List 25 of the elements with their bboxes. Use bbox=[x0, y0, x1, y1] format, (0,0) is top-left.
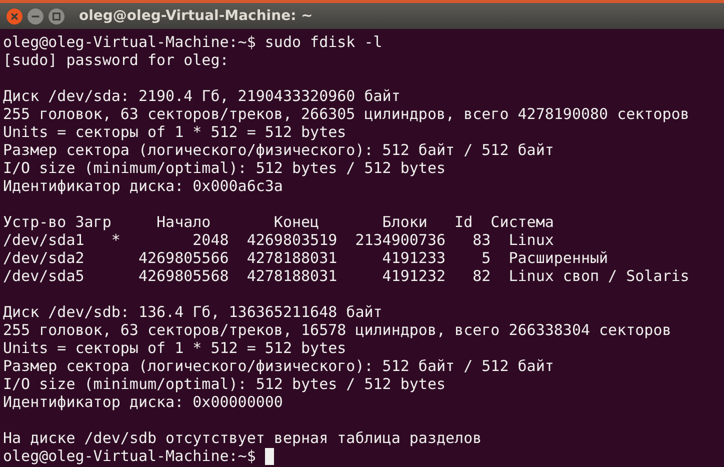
terminal-line: oleg@oleg-Virtual-Machine:~$ sudo fdisk -l bbox=[3, 33, 384, 51]
terminal-line: Диск /dev/sda: 2190.4 Гб, 2190433320960 байт bbox=[3, 87, 402, 105]
minimize-icon[interactable] bbox=[27, 8, 44, 24]
terminal-line: I/O size (minimum/optimal): 512 bytes / 512 bytes bbox=[3, 375, 447, 393]
maximize-icon[interactable] bbox=[48, 8, 65, 24]
terminal-line: /dev/sda1 * 2048 4269803519 2134900736 83 Linux bbox=[3, 231, 555, 249]
terminal-line: I/O size (minimum/optimal): 512 bytes / 512 bytes bbox=[3, 159, 447, 177]
terminal-line: Размер сектора (логического/физического): 512 байт / 512 байт bbox=[3, 141, 555, 159]
terminal-line: Units = секторы of 1 * 512 = 512 bytes bbox=[3, 339, 348, 357]
terminal-line: 255 головок, 63 секторов/треков, 266305 цилиндров, всего 4278190080 секторов bbox=[3, 105, 690, 123]
terminal-line: Диск /dev/sdb: 136.4 Гб, 136365211648 байт bbox=[3, 303, 384, 321]
terminal-line: Устр-во Загр Начало Конец Блоки Id Система bbox=[3, 213, 555, 231]
terminal-line: Units = секторы of 1 * 512 = 512 bytes bbox=[3, 123, 348, 141]
shell-prompt: oleg@oleg-Virtual-Machine:~$ bbox=[3, 447, 256, 465]
terminal-line: 255 головок, 63 секторов/треков, 16578 цилиндров, всего 266338304 секторов bbox=[3, 321, 672, 339]
terminal-line: На диске /dev/sdb отсутствует верная таблица разделов bbox=[3, 429, 483, 447]
terminal-line: /dev/sda2 4269805566 4278188031 4191233 5 Расширенный bbox=[3, 249, 610, 267]
window-title: oleg@oleg-Virtual-Machine: ~ bbox=[79, 8, 313, 24]
terminal-line: Идентификатор диска: 0x00000000 bbox=[3, 393, 284, 411]
close-icon[interactable] bbox=[6, 8, 23, 24]
terminal-line: Идентификатор диска: 0x000a6c3a bbox=[3, 177, 284, 195]
text-cursor bbox=[264, 448, 274, 464]
terminal-line: [sudo] password for oleg: bbox=[3, 51, 230, 69]
terminal-line: Размер сектора (логического/физического): 512 байт / 512 байт bbox=[3, 357, 555, 375]
terminal-line: /dev/sda5 4269805568 4278188031 4191232 82 Linux своп / Solaris bbox=[3, 267, 690, 285]
